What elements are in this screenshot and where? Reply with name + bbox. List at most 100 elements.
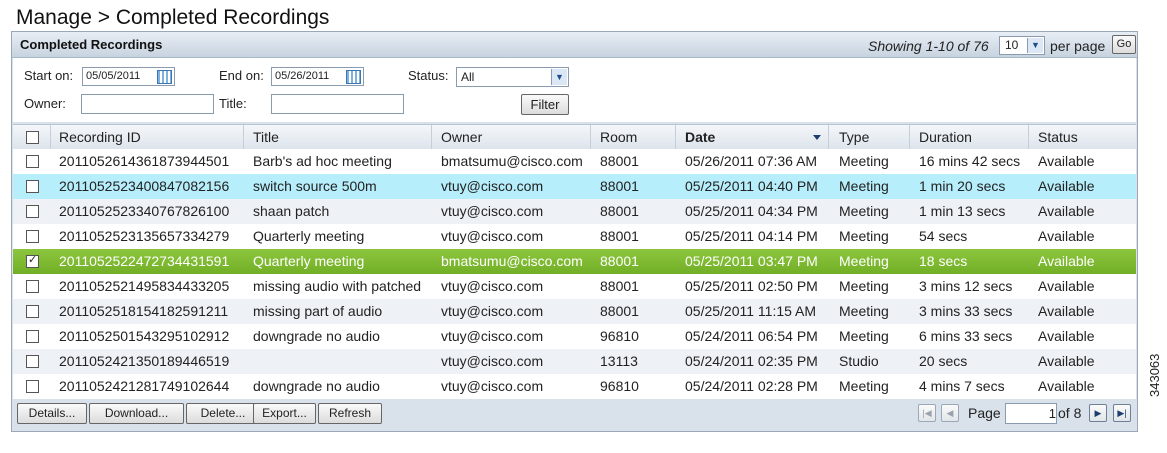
table-row[interactable]: 2011052523400847082156 switch source 500m…	[13, 174, 1136, 199]
cell-owner: vtuy@cisco.com	[441, 378, 544, 394]
status-value: All	[461, 70, 475, 84]
cell-title: Barb's ad hoc meeting	[253, 153, 392, 169]
cell-duration: 1 min 20 secs	[919, 178, 1006, 194]
calendar-icon[interactable]	[157, 70, 172, 84]
first-page-icon[interactable]: |◀	[918, 404, 936, 422]
column-status[interactable]: Status	[1038, 125, 1078, 149]
sort-descending-icon	[813, 135, 821, 140]
start-date-input[interactable]: 05/05/2011	[82, 67, 175, 86]
cell-owner: vtuy@cisco.com	[441, 178, 544, 194]
calendar-icon[interactable]	[346, 70, 361, 84]
cell-date: 05/25/2011 04:14 PM	[685, 228, 818, 244]
cell-owner: vtuy@cisco.com	[441, 353, 544, 369]
column-recording-id[interactable]: Recording ID	[59, 125, 141, 149]
column-owner[interactable]: Owner	[441, 125, 482, 149]
cell-title: Quarterly meeting	[253, 228, 365, 244]
download-button[interactable]: Download...	[89, 403, 184, 424]
row-checkbox[interactable]	[26, 380, 39, 393]
row-checkbox[interactable]	[26, 355, 39, 368]
filter-area: Start on: 05/05/2011 End on: 05/26/2011 …	[13, 58, 1136, 122]
cell-owner: vtuy@cisco.com	[441, 328, 544, 344]
status-label: Status:	[408, 68, 449, 83]
table-row[interactable]: 2011052523135657334279 Quarterly meeting v…	[13, 224, 1136, 249]
cell-date: 05/25/2011 04:34 PM	[685, 203, 818, 219]
cell-recording-id: 2011052421350189446519	[59, 353, 230, 369]
cell-type: Meeting	[839, 153, 889, 169]
cell-type: Meeting	[839, 228, 889, 244]
previous-page-icon[interactable]: ◀	[941, 404, 959, 422]
footer-toolbar: Details... Download... Delete... Export.…	[13, 400, 1136, 430]
cell-duration: 54 secs	[919, 228, 968, 244]
row-checkbox[interactable]	[26, 230, 39, 243]
row-checkbox[interactable]	[26, 330, 39, 343]
title-input[interactable]	[271, 94, 404, 114]
last-page-icon[interactable]: ▶|	[1113, 404, 1131, 422]
cell-recording-id: 2011052518154182591211	[59, 303, 229, 319]
page-label: Page	[968, 405, 1001, 421]
cell-type: Meeting	[839, 203, 889, 219]
row-checkbox[interactable]	[26, 305, 39, 318]
table-row[interactable]: 2011052518154182591211 missing part of au…	[13, 299, 1136, 324]
table-row[interactable]: 2011052421281749102644 downgrade no audio…	[13, 374, 1136, 399]
cell-date: 05/25/2011 04:40 PM	[685, 178, 818, 194]
cell-type: Meeting	[839, 328, 889, 344]
column-title[interactable]: Title	[253, 125, 279, 149]
showing-count: Showing 1-10 of 76	[868, 38, 989, 54]
cell-date: 05/24/2011 02:35 PM	[685, 353, 818, 369]
cell-duration: 6 mins 33 secs	[919, 328, 1013, 344]
cell-type: Studio	[839, 353, 879, 369]
column-room[interactable]: Room	[600, 125, 637, 149]
cell-date: 05/25/2011 02:50 PM	[685, 278, 818, 294]
row-checkbox[interactable]	[26, 155, 39, 168]
figure-id: 343063	[1147, 353, 1162, 397]
cell-duration: 1 min 13 secs	[919, 203, 1006, 219]
cell-status: Available	[1038, 378, 1095, 394]
cell-owner: vtuy@cisco.com	[441, 203, 544, 219]
column-duration[interactable]: Duration	[919, 125, 972, 149]
table-row[interactable]: 2011052522472734431591 Quarterly meeting b…	[13, 249, 1136, 274]
table-row[interactable]: 2011052421350189446519 vtuy@cisco.com 1311…	[13, 349, 1136, 374]
cell-owner: bmatsumu@cisco.com	[441, 253, 583, 269]
cell-room: 88001	[600, 178, 639, 194]
cell-status: Available	[1038, 303, 1095, 319]
per-page-value: 10	[1005, 38, 1019, 52]
start-date-label: Start on:	[24, 68, 74, 83]
cell-date: 05/26/2011 07:36 AM	[685, 153, 818, 169]
table-row[interactable]: 2011052501543295102912 downgrade no audio…	[13, 324, 1136, 349]
cell-recording-id: 2011052521495834433205	[59, 278, 230, 294]
column-date[interactable]: Date	[685, 125, 715, 149]
status-select[interactable]: All ▼	[456, 67, 569, 87]
column-type[interactable]: Type	[839, 125, 869, 149]
details-button[interactable]: Details...	[17, 403, 87, 424]
cell-duration: 20 secs	[919, 353, 968, 369]
row-checkbox[interactable]	[26, 180, 39, 193]
chevron-down-icon[interactable]: ▼	[551, 69, 567, 85]
end-date-value: 05/26/2011	[275, 70, 330, 82]
table-row[interactable]: 2011052523340767826100 shaan patch vtuy@ci…	[13, 199, 1136, 224]
page-total: of 8	[1058, 405, 1082, 421]
filter-button[interactable]: Filter	[521, 94, 569, 115]
owner-input[interactable]	[81, 94, 214, 114]
end-date-input[interactable]: 05/26/2011	[271, 67, 364, 86]
cell-recording-id: 2011052522472734431591	[59, 253, 230, 269]
table-row[interactable]: 2011052521495834433205 missing audio with…	[13, 274, 1136, 299]
next-page-icon[interactable]: ▶	[1089, 404, 1107, 422]
select-all-checkbox[interactable]	[26, 131, 39, 144]
cell-duration: 3 mins 33 secs	[919, 303, 1013, 319]
page-number-input[interactable]: 1	[1005, 403, 1057, 424]
row-checkbox[interactable]	[26, 280, 39, 293]
go-button[interactable]: Go	[1112, 35, 1136, 54]
refresh-button[interactable]: Refresh	[318, 403, 382, 424]
row-checkbox[interactable]	[26, 253, 39, 268]
cell-title: downgrade no audio	[253, 328, 380, 344]
per-page-select[interactable]: 10 ▼	[999, 36, 1045, 55]
row-checkbox[interactable]	[26, 205, 39, 218]
export-button[interactable]: Export...	[253, 403, 316, 424]
cell-room: 88001	[600, 253, 639, 269]
cell-duration: 4 mins 7 secs	[919, 378, 1005, 394]
cell-status: Available	[1038, 253, 1095, 269]
chevron-down-icon[interactable]: ▼	[1027, 38, 1043, 53]
delete-button[interactable]: Delete...	[186, 403, 260, 424]
panel-title: Completed Recordings	[20, 37, 163, 52]
table-row[interactable]: 2011052614361873944501 Barb's ad hoc meet…	[13, 149, 1136, 174]
